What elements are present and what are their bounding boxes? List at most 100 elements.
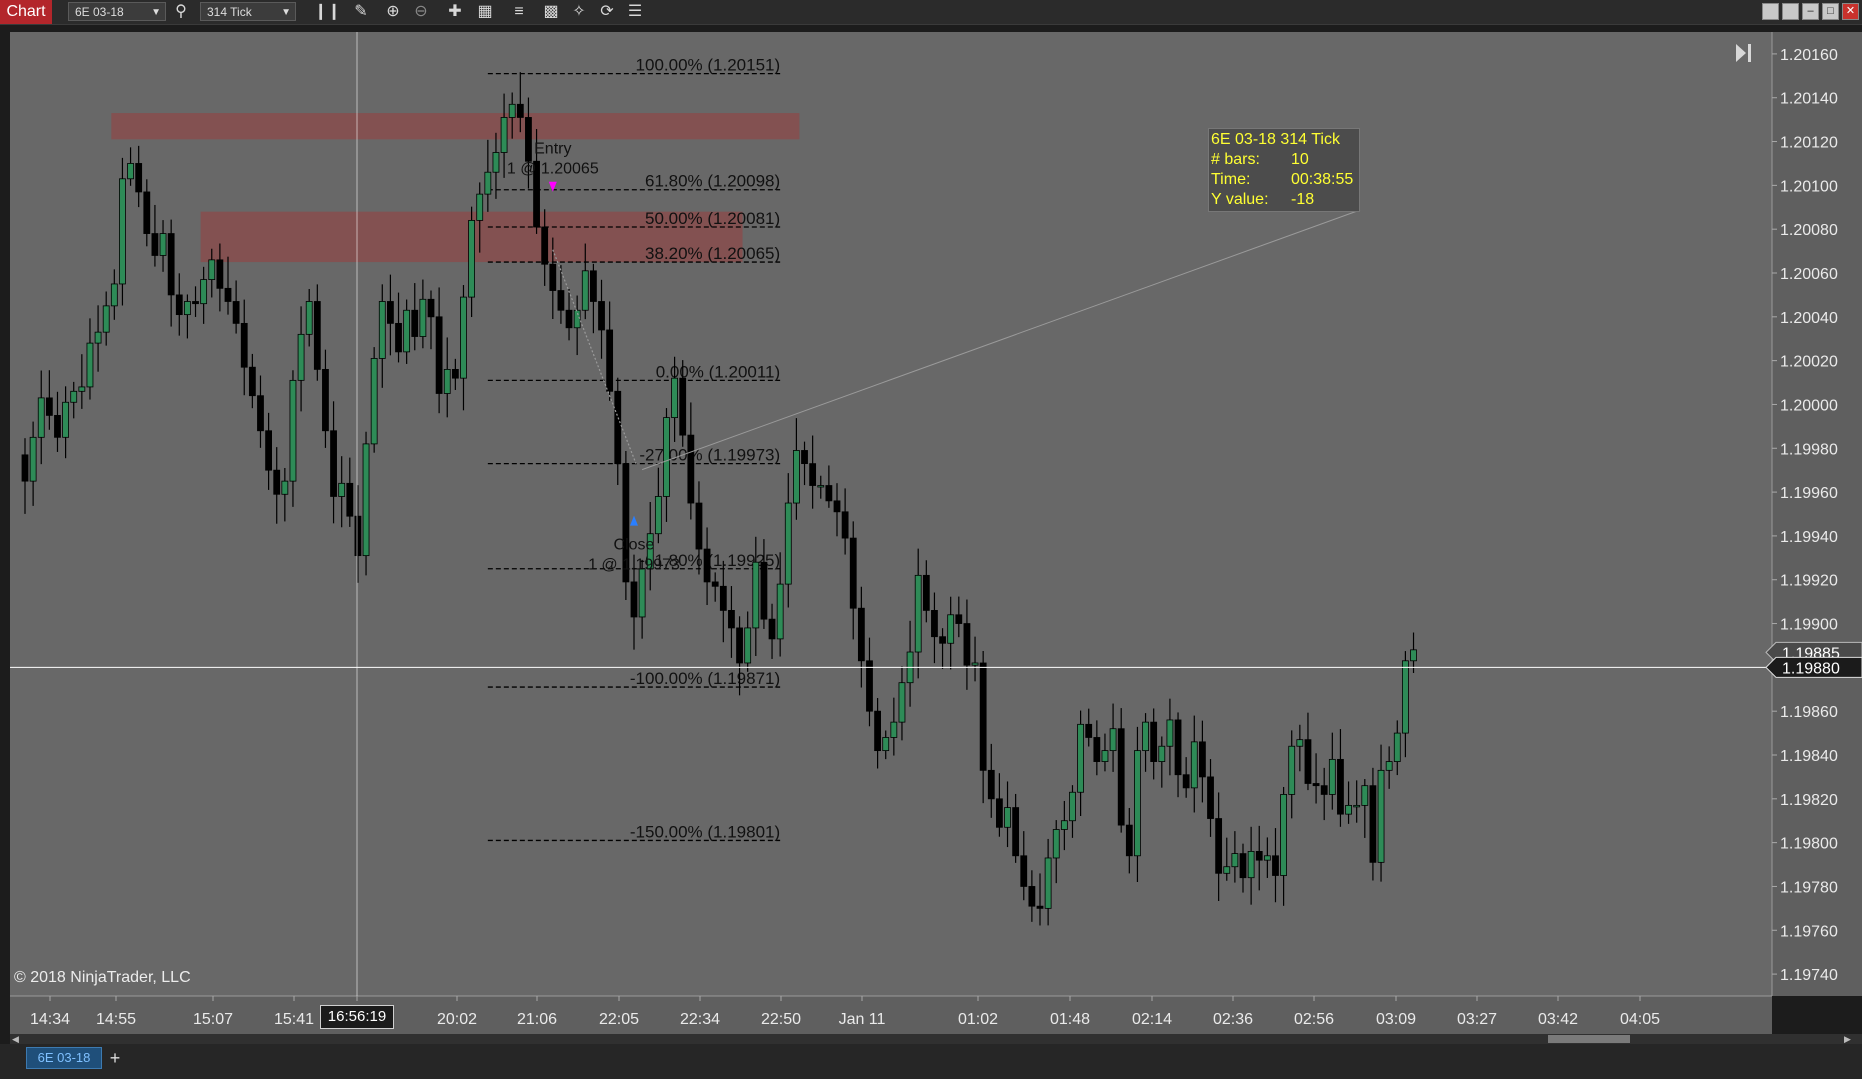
candle-body [411,309,419,337]
candle-body [1223,866,1231,874]
maximize-icon[interactable]: □ [1822,3,1839,20]
candle-body [151,233,159,256]
copyright-notice: © 2018 NinjaTrader, LLC [14,969,191,986]
candle-body [1093,737,1101,762]
candle-body [362,443,370,557]
candle-body [719,585,727,611]
candle-body [208,259,216,280]
candle-body [500,117,508,153]
info-key: Time: [1211,171,1251,188]
candle-body [330,430,337,497]
y-tick-label: 1.20120 [1780,135,1838,152]
instrument-selector[interactable]: 6E 03-18 ▼ [68,2,166,21]
x-tick-label: Jan 11 [839,1011,886,1028]
close-icon[interactable]: ✕ [1842,3,1859,20]
y-tick-label: 1.19860 [1780,704,1838,721]
crosshair-icon[interactable]: ✚ [444,1,466,23]
candle-body [135,163,143,193]
candle-body [1272,855,1279,876]
y-tick-label: 1.20000 [1780,397,1838,414]
x-tick-label: 02:14 [1132,1011,1172,1028]
x-tick-label: 01:48 [1050,1011,1090,1028]
candle-body [866,660,873,712]
candle [119,157,126,306]
x-tick-label: 03:42 [1538,1011,1578,1028]
candle-body [687,434,695,504]
candle-body [78,386,86,392]
x-tick-label: 15:07 [193,1011,233,1028]
candle-body [143,191,151,234]
candle-body [110,283,118,307]
candle-body [1028,886,1036,907]
scroll-right-icon[interactable]: ▶ [1844,1034,1851,1044]
candle [622,451,630,600]
interval-selector-value: 314 Tick [207,5,252,19]
candle-body [679,377,687,436]
candle-body [1353,804,1361,808]
candle-body [159,233,167,256]
interval-selector[interactable]: 314 Tick ▼ [200,2,296,21]
candle-body [801,450,808,465]
candle-body [793,450,800,504]
candle-body [768,618,776,640]
candle-body [809,463,817,486]
add-tab-button[interactable]: + [104,1047,126,1069]
candle-body [565,309,573,329]
instrument-tab[interactable]: 6E 03-18 [26,1047,102,1069]
candle-body [1109,728,1117,752]
data-box-icon[interactable]: ▦ [474,1,496,23]
minimize-icon[interactable]: – [1802,3,1819,20]
refresh-icon[interactable]: ⟳ [596,1,618,23]
scrollbar-thumb[interactable] [1548,1035,1630,1043]
candle-body [476,193,484,221]
properties-icon[interactable]: ☰ [624,1,646,23]
tile-icon[interactable] [1762,3,1779,20]
candle-body [1125,824,1133,857]
candle-body [1166,719,1174,747]
restore-icon[interactable] [1782,3,1799,20]
exit-detail: 1 @ 1.19973 [588,557,680,574]
zoom-out-icon[interactable]: ⊖ [410,1,432,23]
candle-body [1117,728,1125,826]
supply-zone[interactable] [111,113,800,140]
chart-tab[interactable]: Chart [0,0,52,24]
candle-body [557,290,565,311]
candle-body [549,263,557,291]
candle-body [313,301,321,370]
candle-body [395,322,402,353]
candle-body [1182,774,1190,789]
candle-body [127,163,134,180]
candle-body [817,485,825,488]
exit-label: Close [614,537,655,554]
candle-body [1190,741,1198,789]
candle-body [1288,745,1296,795]
candle-body [248,366,256,397]
strategies-icon[interactable]: ≡ [508,1,530,23]
candle-body [695,502,703,550]
pencil-icon[interactable]: ✎ [350,1,372,23]
candle-body [728,610,735,629]
candle-body [403,309,411,353]
drawing-tools-icon[interactable]: ✧ [568,1,590,23]
candle-body [752,561,760,629]
search-icon[interactable]: ⚲ [170,1,192,23]
x-tick-label: 02:36 [1213,1011,1253,1028]
price-chart[interactable]: 100.00% (1.20151) 61.80% (1.20098) 50.00% … [0,24,1862,1044]
candle-body [606,329,614,392]
x-tick-label: 01:02 [958,1011,998,1028]
candle-body [744,627,752,664]
candle-body [1085,723,1093,738]
candle-body [581,270,589,311]
candle-body [175,294,183,316]
candle-body [232,301,240,324]
zoom-in-icon[interactable]: ⊕ [382,1,404,23]
scroll-left-icon[interactable]: ◀ [12,1034,19,1044]
candle-body [1044,857,1052,909]
candle-body [386,301,394,324]
y-tick-label: 1.19960 [1780,485,1838,502]
bar-type-icon[interactable]: ❙❙ [314,1,341,23]
indicators-icon[interactable]: ▩ [540,1,562,23]
candle-body [1174,719,1182,776]
candle-body [1199,741,1206,778]
chart-panel [10,32,1772,996]
